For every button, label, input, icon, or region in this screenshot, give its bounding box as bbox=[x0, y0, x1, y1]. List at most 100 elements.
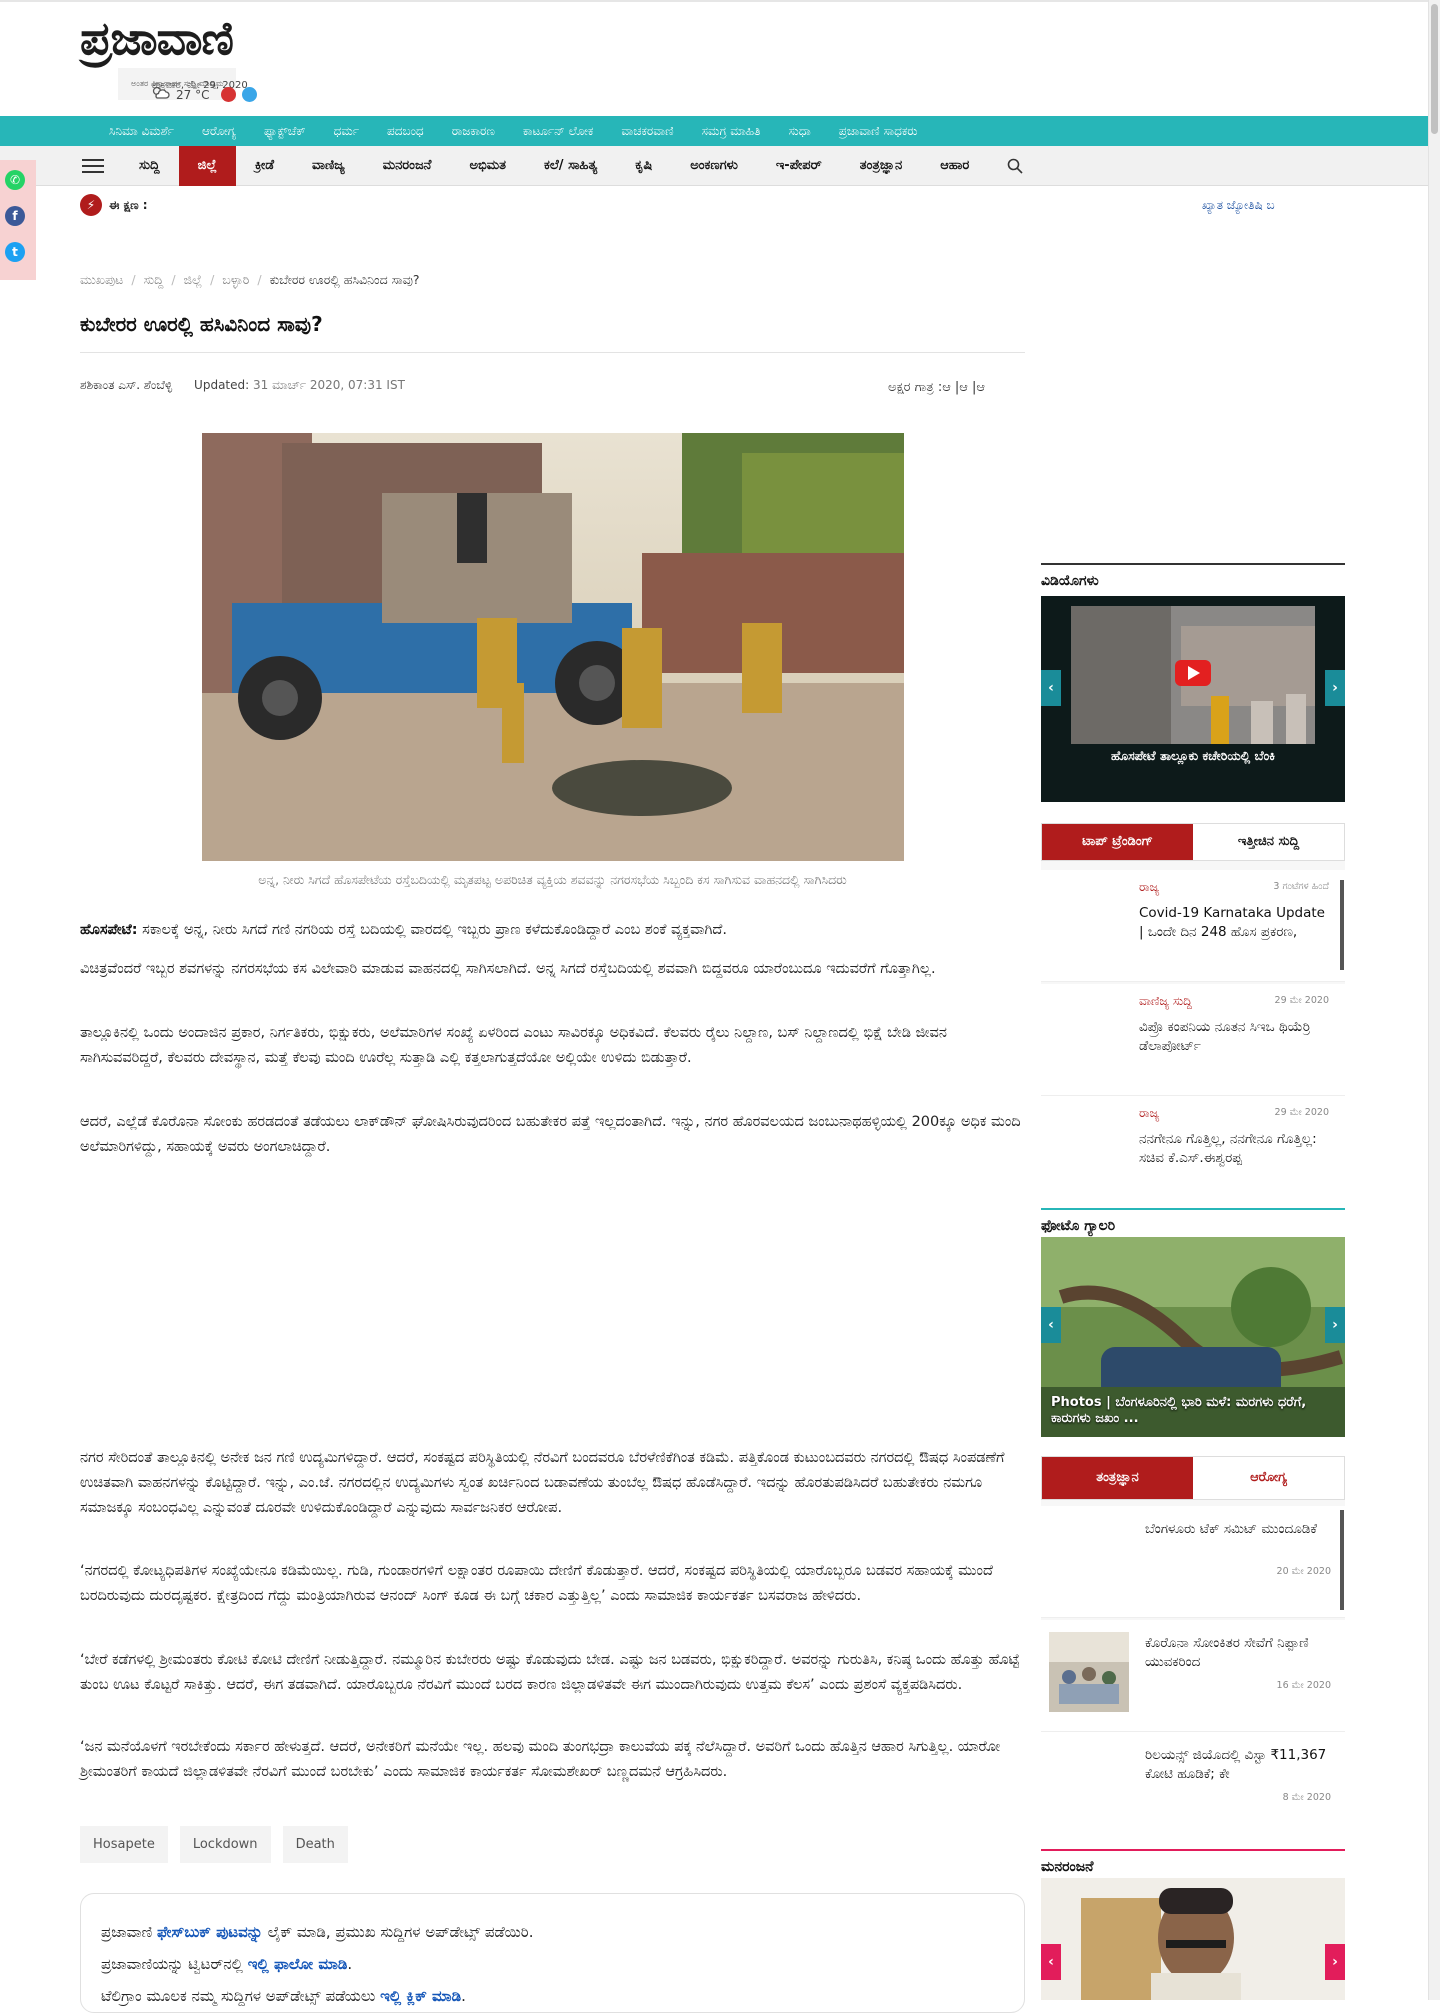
search-icon[interactable] bbox=[988, 146, 1042, 186]
telegram-link[interactable]: ಇಲ್ಲಿ ಕ್ಲಿಕ್ ಮಾಡಿ bbox=[380, 1987, 461, 2005]
updated-date: 31 ಮಾರ್ಚ್ 2020, 07:31 IST bbox=[253, 378, 405, 392]
article-paragraph: ವಿಚಿತ್ರವೆಂದರೆ ಇಬ್ಬರ ಶವಗಳನ್ನು ನಗರಸಭೆಯ ಕಸ … bbox=[80, 961, 936, 977]
nav-top-item[interactable]: ಆರೋಗ್ಯ bbox=[188, 124, 250, 139]
tab-technology[interactable]: ತಂತ್ರಜ್ಞಾನ bbox=[1042, 1457, 1193, 1499]
ticker-headline[interactable]: ಖ್ಯಾತ ಜ್ಯೋತಿಷಿ ಬ bbox=[1202, 198, 1275, 213]
tag-pill[interactable]: Death bbox=[282, 1826, 348, 1863]
nav-main-item[interactable]: ತಂತ್ರಜ್ಞಾನ bbox=[841, 146, 921, 186]
trending-category: ವಾಣಿಜ್ಯ ಸುದ್ದಿ bbox=[1139, 994, 1193, 1008]
tech-item[interactable]: ರಿಲಯನ್ಸ್ ಜಿಯೊದಲ್ಲಿ ವಿಸ್ಟಾ ₹11,367 ಕೋಟಿ ಹ… bbox=[1041, 1732, 1345, 1844]
breadcrumb: ಮುಖಪುಟ / ಸುದ್ದಿ / ಜಿಲ್ಲೆ / ಬಳ್ಳಾರಿ / ಕುಬೇರರ … bbox=[80, 272, 420, 288]
breadcrumb-home[interactable]: ಮುಖಪುಟ bbox=[80, 272, 123, 288]
nav-main-item[interactable]: ಕೃಷಿ bbox=[616, 146, 671, 186]
breadcrumb-item[interactable]: ಜಿಲ್ಲೆ bbox=[184, 272, 203, 288]
nav-main-item[interactable]: ಕಲೆ/ ಸಾಹಿತ್ಯ bbox=[525, 146, 616, 186]
nav-main-item[interactable]: ಇ-ಪೇಪರ್ bbox=[757, 146, 841, 186]
nav-top-item[interactable]: ಫ್ಯಾಕ್ಟ್‌ಚೆಕ್ bbox=[250, 124, 320, 139]
article-paragraph: ಆದರೆ, ಎಲ್ಲೆಡೆ ಕೊರೊನಾ ಸೋಂಕು ಹರಡದಂತೆ ತಡೆಯಲ… bbox=[80, 1114, 1021, 1155]
logo-wordmark: ಪ್ರಜಾವಾಣಿ bbox=[80, 11, 234, 65]
tech-item[interactable]: ಕೊರೊನಾ ಸೋಂಕಿತರ ಸೇವೆಗೆ ನಿಪ್ಪಾಣಿ ಯುವಕರಿಂದ … bbox=[1041, 1620, 1345, 1732]
cloud-sun-icon bbox=[152, 86, 170, 103]
twitter-icon[interactable] bbox=[242, 87, 258, 102]
nav-top-item[interactable]: ವಾಚಕರವಾಣಿ bbox=[607, 124, 687, 139]
trending-item[interactable]: ರಾಜ್ಯ 3 ಗಂಟೆಗಳ ಹಿಂದೆ Covid-19 Karnataka … bbox=[1041, 870, 1345, 982]
tech-item[interactable]: ಬೆಂಗಳೂರು ಟೆಕ್ ಸಮಿಟ್ ಮುಂದೂಡಿಕೆ 20 ಮೇ 2020 bbox=[1041, 1506, 1345, 1618]
facebook-link[interactable]: ಫೇಸ್‌ಬುಕ್ ಪುಟವನ್ನು bbox=[157, 1923, 263, 1941]
nav-main-item[interactable]: ಸುದ್ದಿ bbox=[120, 146, 179, 186]
nav-main-item[interactable]: ಕ್ರೀಡೆ bbox=[236, 146, 293, 186]
page-scrollbar[interactable] bbox=[1428, 0, 1440, 2000]
tab-health[interactable]: ಆರೋಗ್ಯ bbox=[1193, 1457, 1344, 1499]
nav-main-item-active[interactable]: ಜಿಲ್ಲೆ bbox=[178, 146, 236, 186]
scrollbar-thumb[interactable] bbox=[1431, 4, 1438, 134]
author-name[interactable]: ಶಶಿಕಾಂತ ಎಸ್. ಶೆಂಬೆಳ್ಳಿ bbox=[80, 378, 172, 392]
nav-top-item[interactable]: ಸಮಗ್ರ ಮಾಹಿತಿ bbox=[688, 124, 775, 139]
trending-item[interactable]: ವಾಣಿಜ್ಯ ಸುದ್ದಿ 29 ಮೇ 2020 ವಿಪ್ರೊ ಕಂಪನಿಯ … bbox=[1041, 984, 1345, 1096]
nav-top-item[interactable]: ಧರ್ಮ bbox=[320, 124, 373, 139]
trending-date: 3 ಗಂಟೆಗಳ ಹಿಂದೆ bbox=[1273, 881, 1329, 892]
nav-top-item[interactable]: ಕಾರ್ಟೂನ್ ಲೋಕ bbox=[509, 124, 608, 139]
article-paragraph: ಹೊಸಪೇಟೆ: ಸಕಾಲಕ್ಕೆ ಅನ್ನ, ನೀರು ಸಿಗದೆ ಗಣಿ ನ… bbox=[80, 918, 1025, 943]
breadcrumb-item[interactable]: ಬಳ್ಳಾರಿ bbox=[222, 272, 249, 288]
twitter-icon[interactable]: t bbox=[5, 242, 25, 262]
nav-main-item[interactable]: ಅಂಕಣಗಳು bbox=[671, 146, 757, 186]
tab-top-trending[interactable]: ಟಾಪ್ ಟ್ರೆಂಡಿಂಗ್ bbox=[1042, 824, 1193, 860]
nav-main-item[interactable]: ವಾಣಿಜ್ಯ bbox=[293, 146, 364, 186]
nav-main-item[interactable]: ಆಹಾರ bbox=[921, 146, 988, 186]
chevron-right-icon[interactable]: › bbox=[1325, 670, 1345, 706]
floating-share-bar: ✆ f t bbox=[0, 160, 36, 280]
entertainment-photo[interactable] bbox=[1041, 1878, 1345, 2000]
font-size-control[interactable]: ಅಕ್ಷರ ಗಾತ್ರ :ಆ |ಆ |ಆ bbox=[888, 380, 985, 395]
nav-top-item[interactable]: ಪ್ರಜಾವಾಣಿ ಸಾಧಕರು bbox=[825, 124, 932, 139]
trending-headline[interactable]: ವಿಪ್ರೊ ಕಂಪನಿಯ ನೂತನ ಸಿಇಒ ಥಿಯೆರ್ರಿ ಡೆಲಾಪೋರ… bbox=[1139, 1018, 1331, 1056]
video-thumbnail[interactable] bbox=[1071, 606, 1315, 744]
chevron-left-icon[interactable]: ‹ bbox=[1041, 1307, 1061, 1343]
nav-top-item[interactable]: ಪದಬಂಧ bbox=[373, 124, 438, 139]
lightning-icon: ⚡ bbox=[80, 194, 102, 216]
hamburger-menu-icon[interactable] bbox=[82, 146, 108, 186]
breadcrumb-item[interactable]: ಸುದ್ದಿ bbox=[144, 272, 164, 288]
follow-text: . bbox=[461, 1987, 466, 2005]
trending-tabs: ಟಾಪ್ ಟ್ರೆಂಡಿಂಗ್ ಇತ್ತೀಚಿನ ಸುದ್ದಿ bbox=[1041, 823, 1345, 861]
byline: ಶಶಿಕಾಂತ ಎಸ್. ಶೆಂಬೆಳ್ಳಿ Updated: 31 ಮಾರ್ಚ… bbox=[80, 378, 405, 393]
tech-headline[interactable]: ರಿಲಯನ್ಸ್ ಜಿಯೊದಲ್ಲಿ ವಿಸ್ಟಾ ₹11,367 ಕೋಟಿ ಹ… bbox=[1145, 1746, 1333, 1784]
chevron-left-icon[interactable]: ‹ bbox=[1041, 1944, 1061, 1980]
trending-headline[interactable]: ನನಗೇನೂ ಗೊತ್ತಿಲ್ಲ, ನನಗೇನೂ ಗೊತ್ತಿಲ್ಲ: ಸಚಿವ… bbox=[1139, 1130, 1331, 1168]
tech-thumbnail[interactable] bbox=[1049, 1632, 1129, 1712]
article-dateline: ಹೊಸಪೇಟೆ: bbox=[80, 922, 138, 938]
trending-item[interactable]: ರಾಜ್ಯ 29 ಮೇ 2020 ನನಗೇನೂ ಗೊತ್ತಿಲ್ಲ, ನನಗೇನ… bbox=[1041, 1096, 1345, 1208]
trending-scrollbar[interactable] bbox=[1340, 880, 1344, 970]
article-paragraph: ನಗರ ಸೇರಿದಂತೆ ತಾಲ್ಲೂಕಿನಲ್ಲಿ ಅನೇಕ ಜನ ಗಣಿ ಉ… bbox=[80, 1450, 1005, 1516]
article-paragraph: ‘ನಗರದಲ್ಲಿ ಕೋಟ್ಯಧಿಪತಿಗಳ ಸಂಖ್ಯೆಯೇನೂ ಕಡಿಮೆಯ… bbox=[80, 1563, 993, 1604]
top-nav: ಸಿನಿಮಾ ವಿಮರ್ಶೆ ಆರೋಗ್ಯ ಫ್ಯಾಕ್ಟ್‌ಚೆಕ್ ಧರ್ಮ… bbox=[0, 116, 1428, 146]
chevron-left-icon[interactable]: ‹ bbox=[1041, 670, 1061, 706]
chevron-right-icon[interactable]: › bbox=[1325, 1307, 1345, 1343]
gallery-heading: ಫೋಟೊ ಗ್ಯಾಲರಿ bbox=[1041, 1208, 1345, 1234]
follow-text: ಟೆಲಿಗ್ರಾಂ ಮೂಲಕ ನಮ್ಮ ಸುದ್ದಿಗಳ ಅಪ್‌ಡೇಟ್ಸ್ … bbox=[101, 1987, 381, 2005]
nav-top-item[interactable]: ರಾಜಕಾರಣ bbox=[438, 124, 509, 139]
whatsapp-icon[interactable]: ✆ bbox=[5, 170, 25, 190]
nav-top-item[interactable]: ಸಿನಿಮಾ ವಿಮರ್ಶೆ bbox=[95, 124, 188, 139]
tag-pill[interactable]: Lockdown bbox=[179, 1826, 271, 1863]
video-caption[interactable]: ಹೊಸಪೇಟೆ ತಾಲ್ಲೂಕು ಕಚೇರಿಯಲ್ಲಿ ಬೆಂಕಿ bbox=[1071, 748, 1315, 764]
tech-headline[interactable]: ಬೆಂಗಳೂರು ಟೆಕ್ ಸಮಿಟ್ ಮುಂದೂಡಿಕೆ bbox=[1145, 1520, 1333, 1539]
nav-top-item[interactable]: ಸುಧಾ bbox=[775, 124, 825, 139]
facebook-icon[interactable]: f bbox=[5, 206, 25, 226]
main-nav: ಸುದ್ದಿ ಜಿಲ್ಲೆ ಕ್ರೀಡೆ ವಾಣಿಜ್ಯ ಮನರಂಜನೆ ಅಭಿ… bbox=[0, 146, 1428, 186]
image-caption: ಅನ್ನ, ನೀರು ಸಿಗದೆ ಹೊಸಪೇಟೆಯ ರಸ್ತೆಬದಿಯಲ್ಲಿ … bbox=[258, 872, 847, 887]
video-carousel: ‹ › ಹೊಸಪೇಟೆ ತಾಲ್ಲೂಕು ಕಚೇರಿಯಲ್ಲಿ ಬೆಂಕಿ bbox=[1041, 596, 1345, 802]
gallery-caption[interactable]: Photos | ಬೆಂಗಳೂರಿನಲ್ಲಿ ಭಾರಿ ಮಳೆ: ಮರಗಳು ಧ… bbox=[1051, 1395, 1341, 1427]
article-hero-image bbox=[202, 433, 904, 861]
nav-main-item[interactable]: ಮನರಂಜನೆ bbox=[364, 146, 451, 186]
tech-headline[interactable]: ಕೊರೊನಾ ಸೋಂಕಿತರ ಸೇವೆಗೆ ನಿಪ್ಪಾಣಿ ಯುವಕರಿಂದ bbox=[1145, 1634, 1333, 1672]
follow-text: ಪ್ರಜಾವಾಣಿಯನ್ನು ಟ್ವಿಟರ್‌ನಲ್ಲಿ bbox=[101, 1955, 248, 1973]
tag-pill[interactable]: Hosapete bbox=[80, 1826, 168, 1863]
tab-recent-news[interactable]: ಇತ್ತೀಚಿನ ಸುದ್ದಿ bbox=[1193, 824, 1344, 860]
nav-main-item[interactable]: ಅಭಿಮತ bbox=[450, 146, 525, 186]
tech-scrollbar[interactable] bbox=[1340, 1510, 1344, 1610]
trending-headline[interactable]: Covid-19 Karnataka Update | ಒಂದೇ ದಿನ 248… bbox=[1139, 904, 1331, 942]
chevron-right-icon[interactable]: › bbox=[1325, 1944, 1345, 1980]
twitter-link[interactable]: ಇಲ್ಲಿ ಫಾಲೋ ಮಾಡಿ bbox=[248, 1955, 348, 1973]
trending-date: 29 ಮೇ 2020 bbox=[1274, 995, 1329, 1006]
youtube-icon[interactable] bbox=[221, 87, 237, 102]
